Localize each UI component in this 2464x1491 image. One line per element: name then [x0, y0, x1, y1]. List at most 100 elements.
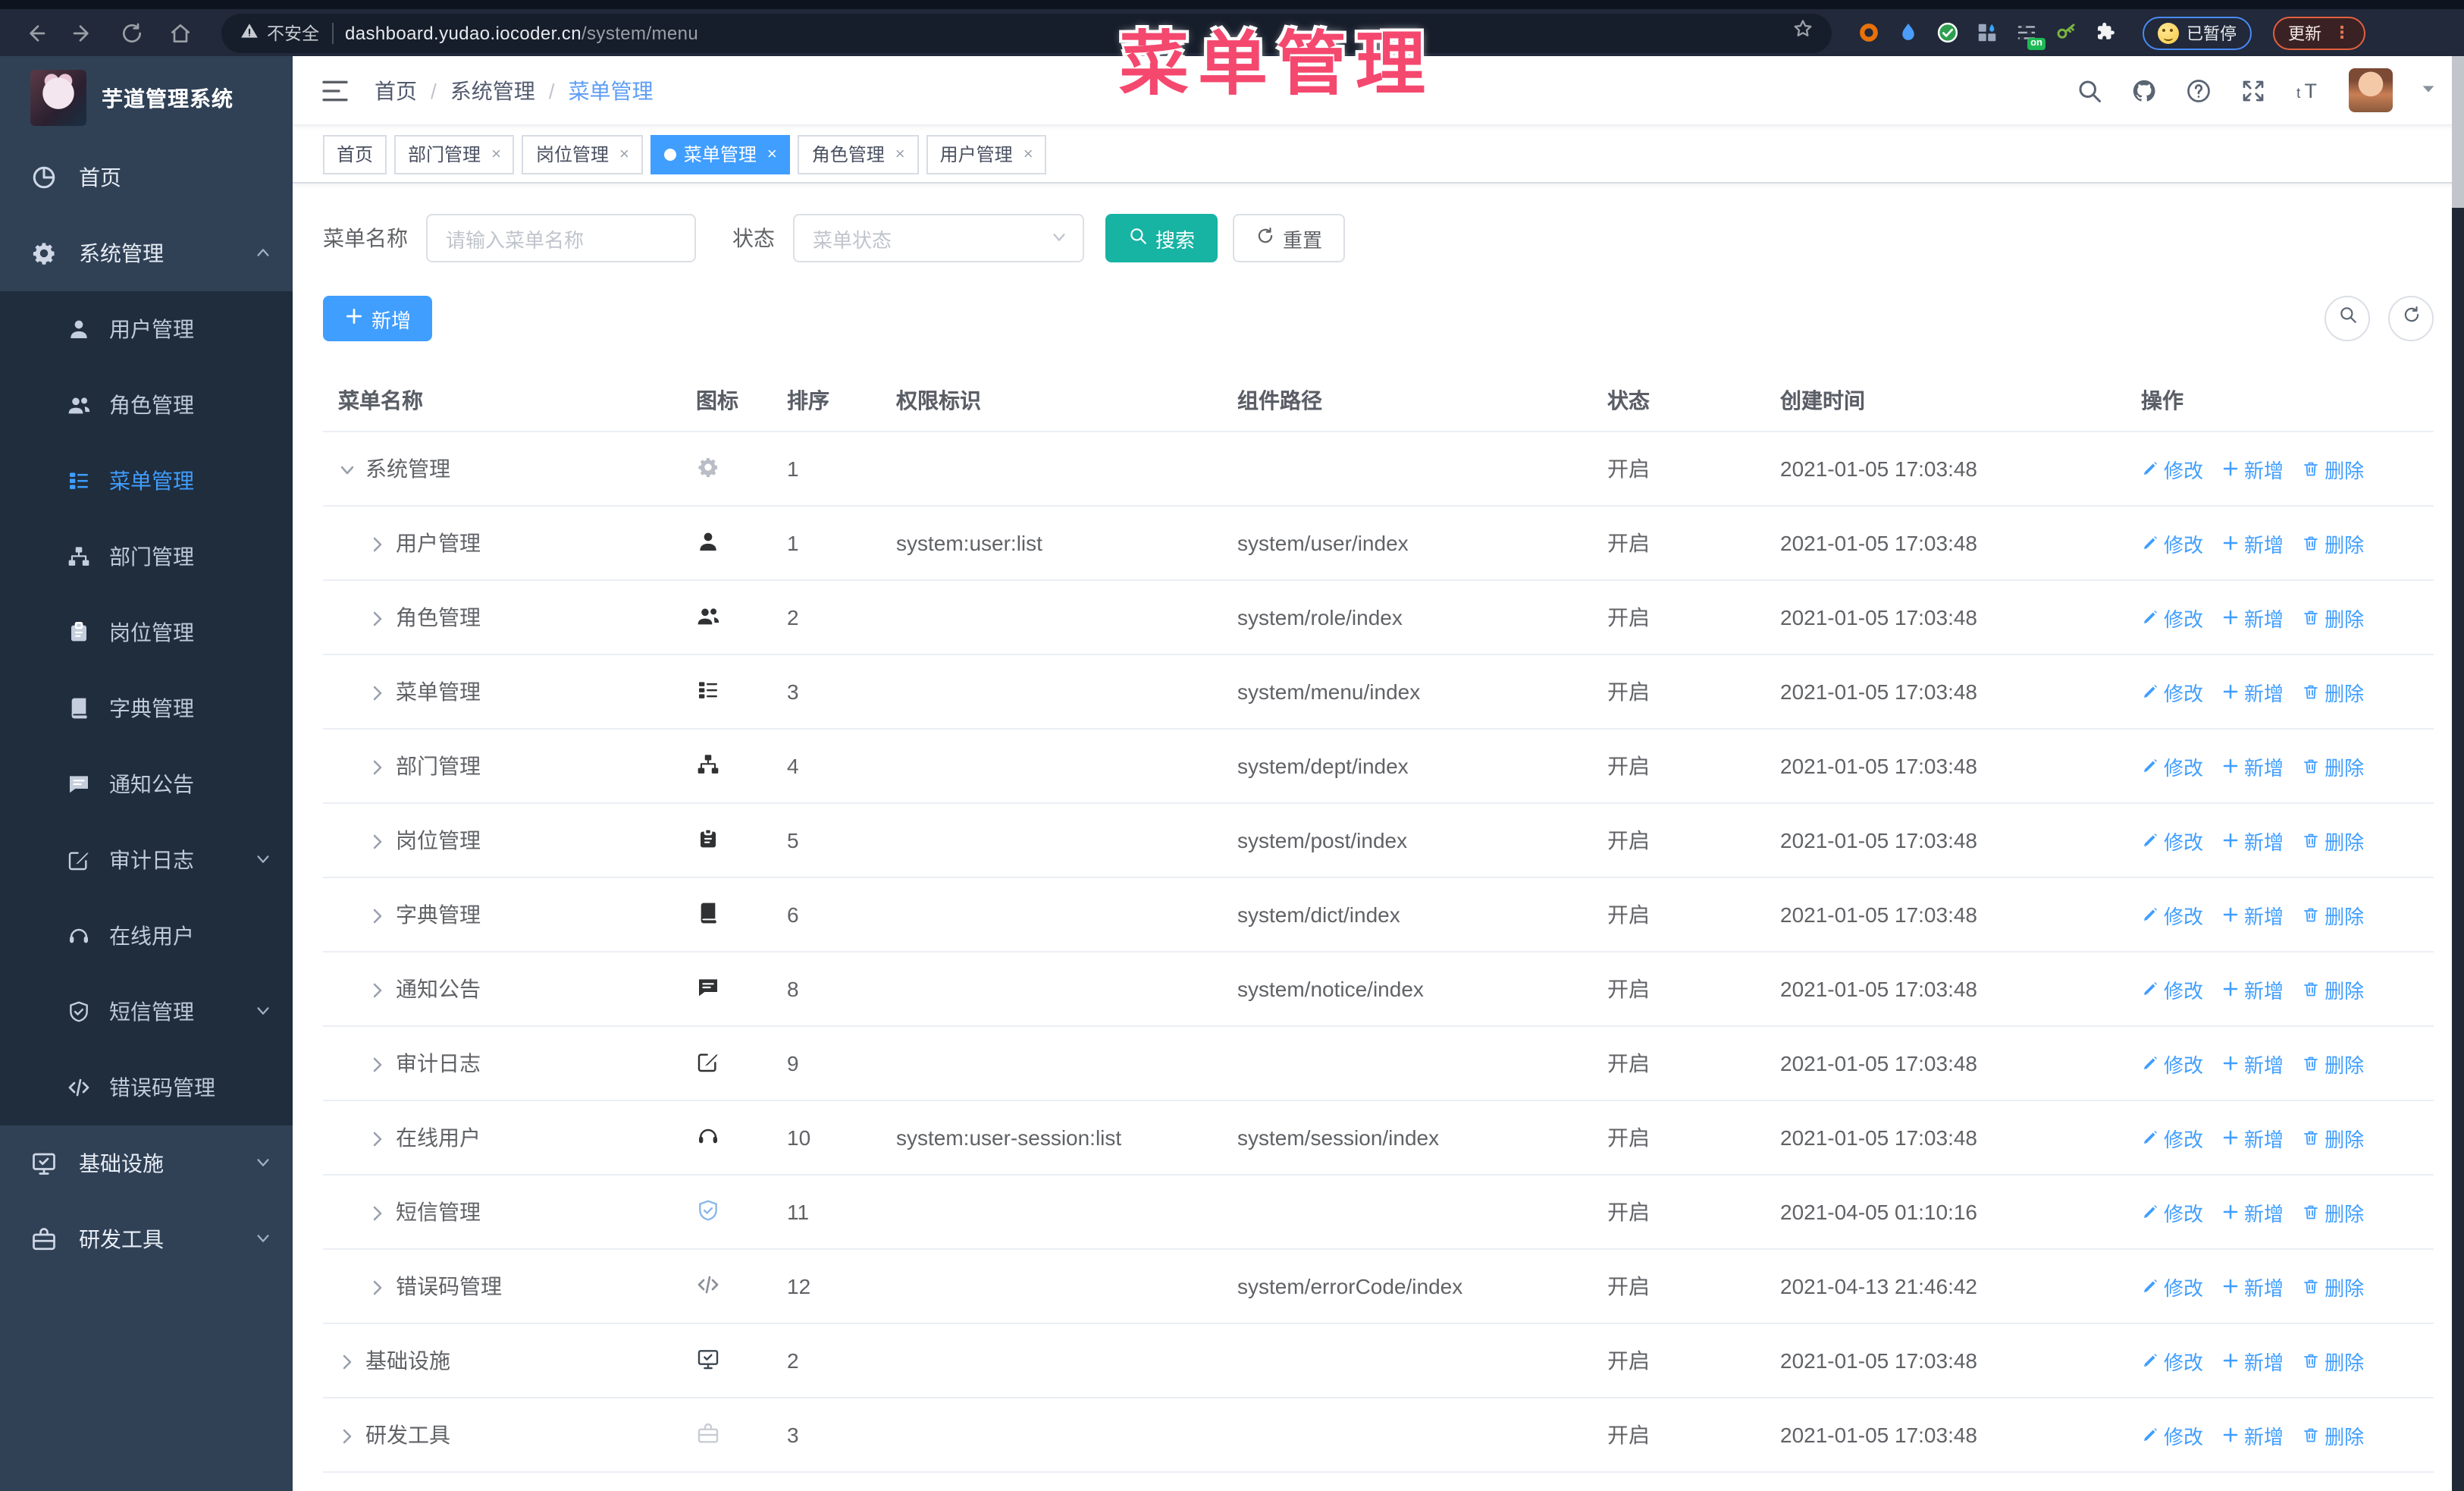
sidebar-item-1[interactable]: 系统管理: [0, 215, 293, 291]
breadcrumb-item[interactable]: 系统管理: [450, 75, 535, 105]
close-icon[interactable]: ×: [491, 145, 501, 163]
refresh-table-button[interactable]: [2388, 296, 2434, 341]
expand-arrow-icon[interactable]: [368, 1203, 387, 1221]
menu-name-input[interactable]: 请输入菜单名称: [426, 214, 696, 262]
sidebar-item-4[interactable]: 菜单管理: [0, 443, 293, 519]
expand-arrow-icon[interactable]: [368, 1054, 387, 1072]
edit-link[interactable]: 修改: [2141, 529, 2203, 557]
delete-link[interactable]: 删除: [2302, 1346, 2364, 1375]
delete-link[interactable]: 删除: [2302, 1049, 2364, 1078]
expand-arrow-icon[interactable]: [368, 980, 387, 998]
add-link[interactable]: 新增: [2221, 677, 2284, 706]
add-link[interactable]: 新增: [2221, 1420, 2284, 1449]
edit-link[interactable]: 修改: [2141, 975, 2203, 1003]
delete-link[interactable]: 删除: [2302, 1198, 2364, 1226]
close-icon[interactable]: ×: [1024, 145, 1033, 163]
edit-link[interactable]: 修改: [2141, 1420, 2203, 1449]
expand-arrow-icon[interactable]: [368, 831, 387, 849]
blue-drop-extension-icon[interactable]: [1895, 20, 1921, 46]
add-link[interactable]: 新增: [2221, 454, 2284, 483]
add-link[interactable]: 新增: [2221, 826, 2284, 855]
status-select[interactable]: 菜单状态: [793, 214, 1084, 262]
reload-icon[interactable]: [112, 13, 152, 52]
page-scrollbar[interactable]: [2452, 56, 2464, 1491]
tab-2[interactable]: 岗位管理 ×: [522, 134, 643, 174]
search-button[interactable]: 搜索: [1105, 214, 1218, 262]
sidebar-item-2[interactable]: 用户管理: [0, 291, 293, 367]
search-icon[interactable]: [2076, 77, 2103, 104]
fullscreen-icon[interactable]: [2240, 77, 2267, 104]
close-icon[interactable]: ×: [767, 145, 777, 163]
add-link[interactable]: 新增: [2221, 752, 2284, 780]
sidebar-item-3[interactable]: 角色管理: [0, 367, 293, 443]
breadcrumb-item[interactable]: 首页: [375, 75, 417, 105]
sidebar-item-8[interactable]: 通知公告: [0, 746, 293, 822]
sidebar-item-10[interactable]: 在线用户: [0, 898, 293, 974]
edit-link[interactable]: 修改: [2141, 900, 2203, 929]
not-secure-warning[interactable]: 不安全: [240, 20, 319, 45]
add-link[interactable]: 新增: [2221, 1198, 2284, 1226]
add-link[interactable]: 新增: [2221, 1123, 2284, 1152]
expand-arrow-icon[interactable]: [368, 1128, 387, 1147]
delete-link[interactable]: 删除: [2302, 975, 2364, 1003]
add-link[interactable]: 新增: [2221, 900, 2284, 929]
reset-button[interactable]: 重置: [1233, 214, 1346, 262]
expand-arrow-icon[interactable]: [368, 906, 387, 924]
add-link[interactable]: 新增: [2221, 1049, 2284, 1078]
sidebar-item-7[interactable]: 字典管理: [0, 670, 293, 746]
add-button[interactable]: 新增: [323, 296, 433, 341]
sidebar-item-9[interactable]: 审计日志: [0, 822, 293, 898]
logo[interactable]: 芋道管理系统: [0, 56, 293, 140]
edit-link[interactable]: 修改: [2141, 454, 2203, 483]
tab-3[interactable]: 菜单管理 ×: [650, 134, 791, 174]
edit-link[interactable]: 修改: [2141, 1346, 2203, 1375]
add-link[interactable]: 新增: [2221, 1272, 2284, 1301]
edit-link[interactable]: 修改: [2141, 1123, 2203, 1152]
add-link[interactable]: 新增: [2221, 529, 2284, 557]
paused-extension-badge[interactable]: 已暂停: [2143, 16, 2252, 49]
delete-link[interactable]: 删除: [2302, 752, 2364, 780]
green-key-extension-icon[interactable]: [2053, 20, 2079, 46]
sliders-on-extension-icon[interactable]: on: [2014, 20, 2045, 50]
close-icon[interactable]: ×: [619, 145, 629, 163]
edit-link[interactable]: 修改: [2141, 826, 2203, 855]
expand-arrow-icon[interactable]: [368, 608, 387, 626]
collapse-arrow-icon[interactable]: [338, 460, 356, 478]
sidebar-item-12[interactable]: 错误码管理: [0, 1050, 293, 1125]
puzzle-extension-icon[interactable]: [2093, 20, 2118, 46]
edit-link[interactable]: 修改: [2141, 677, 2203, 706]
blue-grid-extension-icon[interactable]: [1974, 20, 2000, 46]
github-icon[interactable]: [2130, 77, 2158, 104]
chrome-update-button[interactable]: 更新 ⋮: [2273, 16, 2365, 49]
edit-link[interactable]: 修改: [2141, 603, 2203, 632]
sidebar-item-0[interactable]: 首页: [0, 140, 293, 215]
delete-link[interactable]: 删除: [2302, 1272, 2364, 1301]
close-icon[interactable]: ×: [895, 145, 905, 163]
edit-link[interactable]: 修改: [2141, 1272, 2203, 1301]
caret-down-icon[interactable]: [2420, 77, 2437, 104]
delete-link[interactable]: 删除: [2302, 454, 2364, 483]
back-icon[interactable]: [15, 13, 55, 52]
expand-arrow-icon[interactable]: [338, 1426, 356, 1444]
delete-link[interactable]: 删除: [2302, 826, 2364, 855]
orange-ring-extension-icon[interactable]: [1856, 20, 1882, 46]
edit-link[interactable]: 修改: [2141, 1198, 2203, 1226]
toggle-search-button[interactable]: [2324, 296, 2370, 341]
sidebar-item-13[interactable]: 基础设施: [0, 1125, 293, 1201]
tab-4[interactable]: 角色管理 ×: [798, 134, 919, 174]
fontsize-icon[interactable]: tT: [2294, 77, 2321, 104]
tab-1[interactable]: 部门管理 ×: [394, 134, 515, 174]
tab-5[interactable]: 用户管理 ×: [926, 134, 1047, 174]
question-icon[interactable]: [2185, 77, 2212, 104]
delete-link[interactable]: 删除: [2302, 1420, 2364, 1449]
url-bar[interactable]: 不安全 dashboard.yudao.iocoder.cn/system/me…: [221, 13, 1832, 52]
expand-arrow-icon[interactable]: [368, 1277, 387, 1295]
delete-link[interactable]: 删除: [2302, 1123, 2364, 1152]
forward-icon[interactable]: [64, 13, 103, 52]
sidebar-item-11[interactable]: 短信管理: [0, 974, 293, 1050]
add-link[interactable]: 新增: [2221, 1346, 2284, 1375]
delete-link[interactable]: 删除: [2302, 603, 2364, 632]
sidebar-item-5[interactable]: 部门管理: [0, 519, 293, 595]
delete-link[interactable]: 删除: [2302, 529, 2364, 557]
bookmark-star-icon[interactable]: [1792, 18, 1814, 47]
